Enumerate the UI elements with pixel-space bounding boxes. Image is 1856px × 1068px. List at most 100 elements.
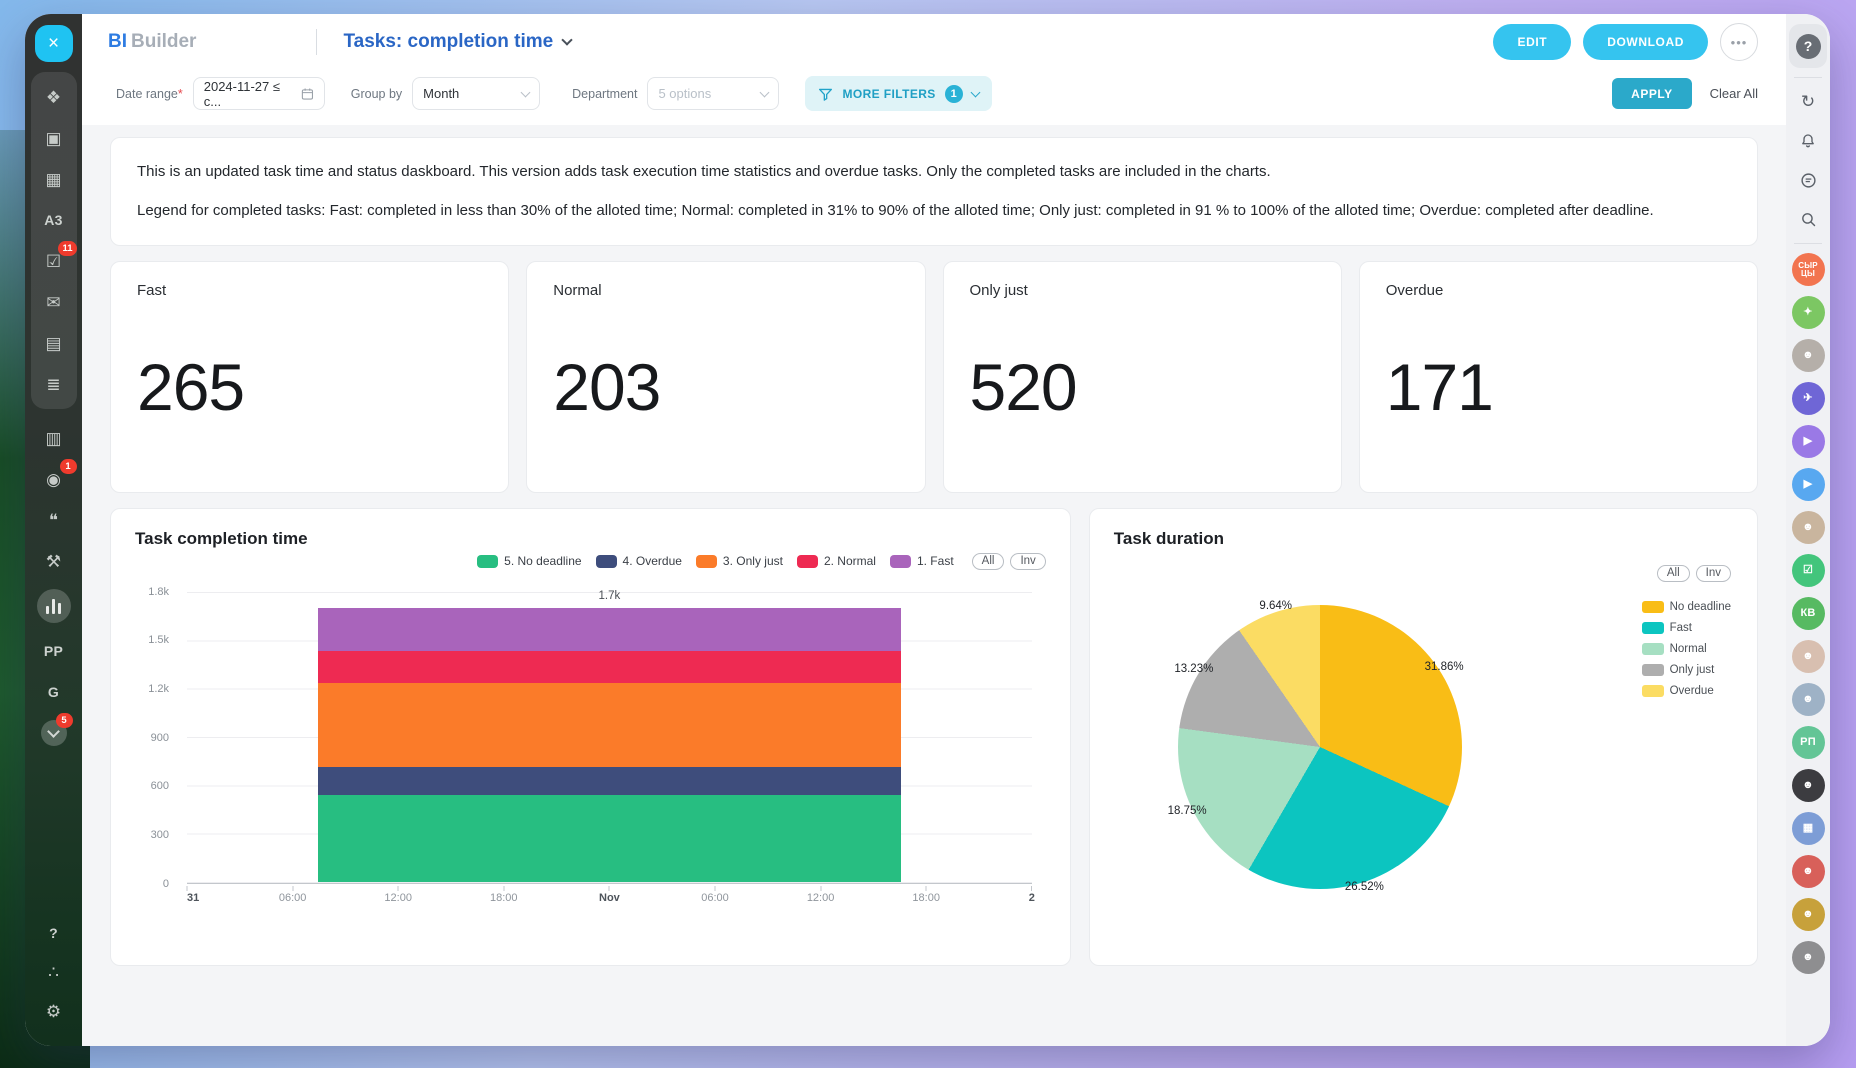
- avatar[interactable]: ✦: [1792, 296, 1825, 329]
- legend-item[interactable]: Overdue: [1642, 685, 1731, 697]
- legend-item[interactable]: Only just: [1642, 664, 1731, 676]
- stacked-bar[interactable]: [318, 608, 901, 883]
- date-range-input[interactable]: 2024-11-27 ≤ c...: [193, 77, 325, 110]
- filter-funnel-icon: [818, 87, 833, 101]
- bar-segment-overdue[interactable]: [318, 767, 901, 795]
- dock-item-help[interactable]: ?: [37, 920, 71, 946]
- legend-swatch: [1642, 622, 1664, 634]
- legend-label: Only just: [1670, 664, 1715, 676]
- dock-item-a3[interactable]: A3: [37, 207, 71, 233]
- a3-icon: A3: [44, 213, 63, 227]
- history-refresh-button[interactable]: ↻: [1793, 87, 1823, 117]
- clear-all-button[interactable]: Clear All: [1710, 86, 1758, 101]
- legend-item[interactable]: No deadline: [1642, 601, 1731, 613]
- bar-segment-onlyjust[interactable]: [318, 683, 901, 767]
- apply-button[interactable]: APPLY: [1612, 78, 1691, 109]
- dock-item-share-network[interactable]: ❖: [37, 84, 71, 110]
- bar-segment-fast[interactable]: [318, 608, 901, 651]
- legend-item[interactable]: 5. No deadline: [477, 554, 581, 568]
- notifications-button[interactable]: [1793, 126, 1823, 156]
- browser-window-icon: ▣: [45, 130, 61, 147]
- dock-item-calendar[interactable]: ▦: [37, 166, 71, 192]
- ellipsis-icon: •••: [1731, 35, 1748, 50]
- legend-item[interactable]: Fast: [1642, 622, 1731, 634]
- charts-row: Task completion time 5. No deadline4. Ov…: [110, 508, 1758, 966]
- legend-item[interactable]: 1. Fast: [890, 554, 954, 568]
- avatar[interactable]: ☑: [1792, 554, 1825, 587]
- pie-chart[interactable]: 31.86%26.52%18.75%13.23%9.64%: [1178, 605, 1462, 889]
- edit-button[interactable]: EDIT: [1493, 24, 1571, 60]
- avatar[interactable]: ✈: [1792, 382, 1825, 415]
- avatar[interactable]: СЫР ЦЫ: [1792, 253, 1825, 286]
- download-button[interactable]: DOWNLOAD: [1583, 24, 1708, 60]
- legend-toggle-all[interactable]: All: [972, 553, 1005, 570]
- date-range-value: 2024-11-27 ≤ c...: [204, 79, 293, 109]
- avatar[interactable]: ☻: [1792, 855, 1825, 888]
- kpi-card-only-just: Only just 520: [943, 261, 1342, 493]
- search-icon: [1800, 211, 1817, 228]
- more-filters-button[interactable]: MORE FILTERS 1: [805, 76, 991, 111]
- avatar[interactable]: ☻: [1792, 683, 1825, 716]
- bar-chart-legend: 5. No deadline 4. Overdue 3. Only just 2. N…: [477, 553, 1046, 570]
- left-dock: × ❖ ▣ ▦ A3 ☑11 ✉ ▤ ≣ ▥ ◉1 ❝ ⚒ PP G 5? ∴ ⚙: [25, 14, 82, 1046]
- avatar[interactable]: ☻: [1792, 640, 1825, 673]
- avatar[interactable]: ▶: [1792, 425, 1825, 458]
- avatar[interactable]: ☻: [1792, 339, 1825, 372]
- x-tick-label: 06:00: [279, 892, 307, 904]
- header-divider: [316, 29, 317, 55]
- more-menu-button[interactable]: •••: [1720, 23, 1758, 61]
- department-select[interactable]: 5 options: [647, 77, 779, 110]
- department-placeholder: 5 options: [658, 86, 711, 101]
- app-logo: BIBuilder: [108, 31, 196, 53]
- dock-item-bi-builder[interactable]: [37, 589, 71, 623]
- avatar[interactable]: ☻: [1792, 941, 1825, 974]
- dock-item-browser-window[interactable]: ▣: [37, 125, 71, 151]
- dock-item-settings[interactable]: ⚙: [37, 998, 71, 1024]
- dock-item-robot[interactable]: ◉1: [37, 466, 71, 492]
- legend-item[interactable]: 3. Only just: [696, 554, 783, 568]
- dock-item-check-in[interactable]: 5: [41, 720, 67, 746]
- dock-item-wrench[interactable]: ⚒: [37, 548, 71, 574]
- dock-item-org-network[interactable]: ∴: [37, 959, 71, 985]
- avatar[interactable]: РП: [1792, 726, 1825, 759]
- contact-avatars: СЫР ЦЫ ✦ ☻ ✈ ▶ ▶ ☻ ☑ КВ ☻ ☻ РП ☻ ▦ ☻ ☻ ☻: [1792, 253, 1825, 974]
- bar-segment-nodeadline[interactable]: [318, 795, 901, 882]
- avatar[interactable]: ▦: [1792, 812, 1825, 845]
- dock-item-drive[interactable]: ≣: [37, 371, 71, 397]
- legend-toggle-all[interactable]: All: [1657, 565, 1690, 582]
- dock-item-tasks[interactable]: ☑11: [37, 248, 71, 274]
- dock-item-g[interactable]: G: [37, 679, 71, 705]
- group-by-select[interactable]: Month: [412, 77, 540, 110]
- avatar[interactable]: ▶: [1792, 468, 1825, 501]
- legend-toggle-inv[interactable]: Inv: [1696, 565, 1731, 582]
- x-tick-mark: [714, 886, 715, 891]
- filter-bar: Date range* 2024-11-27 ≤ c... Group by M…: [82, 70, 1786, 125]
- legend-item[interactable]: 2. Normal: [797, 554, 876, 568]
- search-button[interactable]: [1793, 204, 1823, 234]
- dock-item-mail[interactable]: ✉: [37, 289, 71, 315]
- bar-segment-normal[interactable]: [318, 651, 901, 684]
- close-button[interactable]: ×: [35, 25, 73, 62]
- dock-item-document[interactable]: ▤: [37, 330, 71, 356]
- dock-item-pp[interactable]: PP: [37, 638, 71, 664]
- avatar[interactable]: ☻: [1792, 769, 1825, 802]
- kpi-value: 171: [1386, 349, 1731, 425]
- legend-item[interactable]: 4. Overdue: [596, 554, 682, 568]
- legend-toggle-inv[interactable]: Inv: [1010, 553, 1045, 570]
- pie-slice-label: 31.86%: [1425, 661, 1464, 673]
- messages-button[interactable]: [1793, 165, 1823, 195]
- avatar[interactable]: ☻: [1792, 898, 1825, 931]
- legend-item[interactable]: Normal: [1642, 643, 1731, 655]
- dock-item-id-card[interactable]: ▥: [37, 425, 71, 451]
- document-icon: ▤: [45, 335, 61, 352]
- avatar[interactable]: КВ: [1792, 597, 1825, 630]
- required-asterisk: *: [178, 87, 183, 101]
- dashboard-title-dropdown[interactable]: Tasks: completion time: [343, 31, 571, 53]
- description-paragraph-2: Legend for completed tasks: Fast: comple…: [137, 199, 1731, 222]
- group-by-label: Group by: [351, 87, 402, 101]
- avatar[interactable]: ☻: [1792, 511, 1825, 544]
- settings-icon: ⚙: [46, 1003, 61, 1020]
- logo-primary: BI: [108, 31, 127, 52]
- dock-item-chat[interactable]: ❝: [37, 507, 71, 533]
- help-button[interactable]: ?: [1796, 34, 1821, 59]
